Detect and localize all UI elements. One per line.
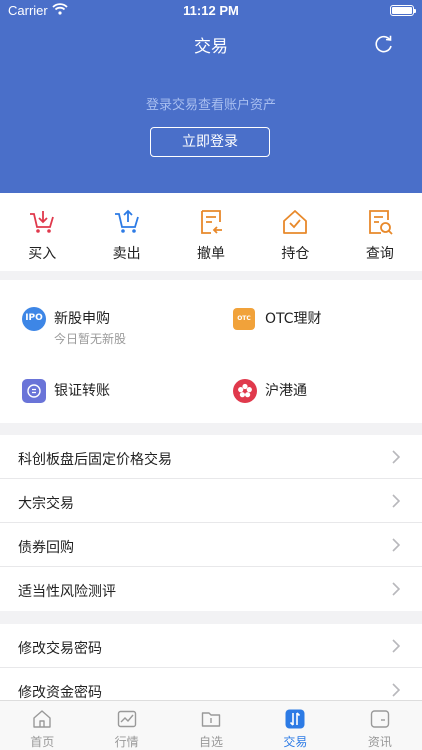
tab-label: 行情 <box>114 735 139 749</box>
chevron-right-icon <box>392 538 400 552</box>
tab-news[interactable]: 资讯 <box>338 701 422 750</box>
tab-trade[interactable]: 交易 <box>253 701 337 750</box>
list-item-label: 修改资金密码 <box>18 685 102 701</box>
page-title: 交易 <box>194 37 228 57</box>
position-label: 持仓 <box>281 246 310 262</box>
chevron-right-icon <box>392 683 400 697</box>
bank-transfer-icon <box>22 379 46 403</box>
otc-icon: OTC <box>233 308 255 330</box>
chevron-right-icon <box>392 582 400 596</box>
market-chart-icon <box>117 710 136 728</box>
clock: 11:12 PM <box>183 3 239 18</box>
cart-in-icon <box>30 211 55 233</box>
news-icon <box>370 710 390 728</box>
hk-connect-title: 沪港通 <box>265 383 307 399</box>
ipo-icon-text: IPO <box>25 313 43 323</box>
quick-actions: 买入 卖出 撤单 持仓 查询 <box>0 193 422 271</box>
chevron-right-icon <box>392 639 400 653</box>
tab-watchlist[interactable]: 自选 <box>169 701 253 750</box>
watchlist-folder-icon <box>201 712 221 727</box>
chevron-right-icon <box>392 450 400 464</box>
position-button[interactable]: 持仓 <box>253 193 337 271</box>
login-button[interactable]: 立即登录 <box>150 127 270 157</box>
hk-connect-item[interactable]: 沪港通 <box>233 379 393 409</box>
query-doc-icon <box>368 210 393 235</box>
chevron-right-icon <box>392 494 400 508</box>
refresh-icon[interactable] <box>374 34 394 54</box>
position-house-icon <box>283 210 308 234</box>
ipo-subtitle: 今日暂无新股 <box>54 332 127 346</box>
otc-icon-text: OTC <box>237 315 251 322</box>
list-item-label: 科创板盘后固定价格交易 <box>18 452 172 468</box>
tab-label: 资讯 <box>367 735 392 749</box>
login-hint: 登录交易查看账户资产 <box>145 98 276 113</box>
trade-icon <box>285 709 305 729</box>
list-item-label: 修改交易密码 <box>18 641 102 657</box>
tab-label: 自选 <box>199 735 224 749</box>
tab-bar: 首页 行情 自选 交易 资讯 <box>0 700 422 750</box>
query-button[interactable]: 查询 <box>338 193 422 271</box>
status-bar: Carrier 11:12 PM <box>0 0 422 22</box>
list-item-block-trade[interactable]: 大宗交易 <box>0 479 422 523</box>
services-panel: IPO 新股申购 今日暂无新股 OTC OTC理财 银证转账 沪港通 <box>0 280 422 423</box>
tab-label: 首页 <box>30 735 55 749</box>
header-banner: Carrier 11:12 PM 交易 登录交易查看账户资产 立即登录 <box>0 0 422 193</box>
list-item-risk-assessment[interactable]: 适当性风险测评 <box>0 567 422 611</box>
password-list: 修改交易密码 修改资金密码 <box>0 624 422 712</box>
tab-market[interactable]: 行情 <box>84 701 168 750</box>
bank-transfer-title: 银证转账 <box>54 383 110 399</box>
sell-label: 卖出 <box>112 246 141 262</box>
ipo-title: 新股申购 <box>54 311 110 327</box>
transfer-arrows-icon <box>27 384 41 398</box>
ipo-icon: IPO <box>22 307 46 331</box>
trade-list: 科创板盘后固定价格交易 大宗交易 债券回购 适当性风险测评 <box>0 435 422 611</box>
list-item-bond-repo[interactable]: 债券回购 <box>0 523 422 567</box>
bauhinia-icon <box>238 383 252 398</box>
tab-home[interactable]: 首页 <box>0 701 84 750</box>
list-item-change-trade-password[interactable]: 修改交易密码 <box>0 624 422 668</box>
cancel-order-label: 撤单 <box>197 246 226 262</box>
cart-out-icon <box>114 209 139 233</box>
list-item-star-market-fixed-price[interactable]: 科创板盘后固定价格交易 <box>0 435 422 479</box>
list-item-label: 适当性风险测评 <box>18 584 116 600</box>
battery-icon <box>390 5 416 16</box>
bank-transfer-item[interactable]: 银证转账 <box>22 379 182 409</box>
hk-flower-icon <box>233 379 257 403</box>
list-item-label: 债券回购 <box>18 540 74 556</box>
cancel-order-icon <box>201 210 223 234</box>
list-item-label: 大宗交易 <box>18 496 74 512</box>
buy-button[interactable]: 买入 <box>0 193 84 271</box>
cancel-order-button[interactable]: 撤单 <box>169 193 253 271</box>
buy-label: 买入 <box>28 246 57 262</box>
otc-finance-item[interactable]: OTC OTC理财 <box>233 307 393 337</box>
home-icon <box>33 710 51 728</box>
otc-title: OTC理财 <box>265 311 322 327</box>
query-label: 查询 <box>365 246 394 262</box>
ipo-subscribe-item[interactable]: IPO 新股申购 今日暂无新股 <box>22 307 202 347</box>
sell-button[interactable]: 卖出 <box>84 193 168 271</box>
tab-label: 交易 <box>283 735 308 749</box>
